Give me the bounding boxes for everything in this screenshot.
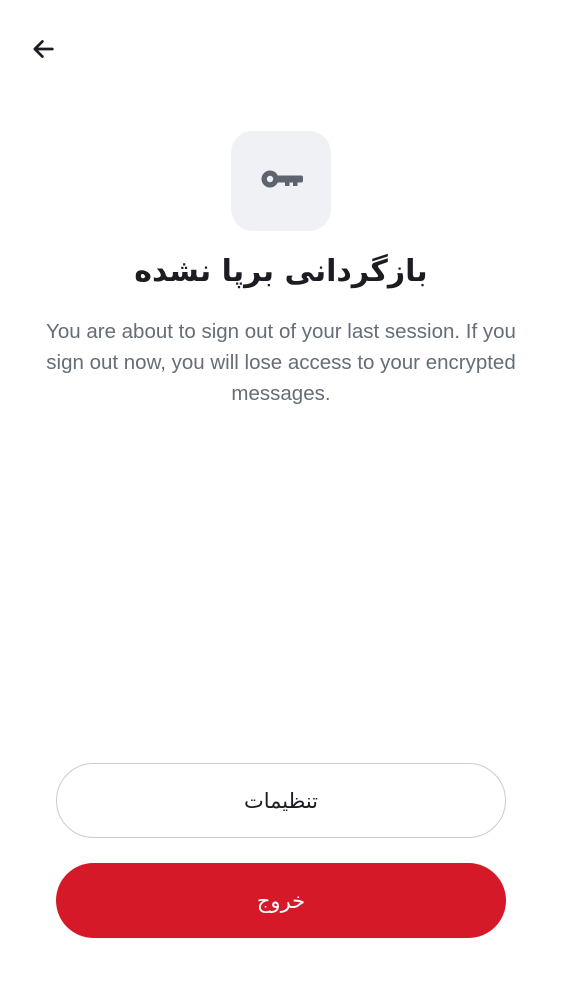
settings-button-label: تنظیمات (243, 788, 319, 813)
key-icon (257, 155, 305, 207)
arrow-left-icon (29, 35, 57, 67)
sign-out-button[interactable]: خروج (56, 863, 506, 938)
sign-out-button-label: خروج (256, 888, 306, 913)
back-button[interactable] (24, 32, 62, 70)
page-title: بازگردانی برپا نشده (134, 254, 428, 289)
key-icon-tile (231, 131, 331, 231)
warning-description: You are about to sign out of your last s… (46, 320, 516, 405)
settings-button[interactable]: تنظیمات (56, 763, 506, 838)
